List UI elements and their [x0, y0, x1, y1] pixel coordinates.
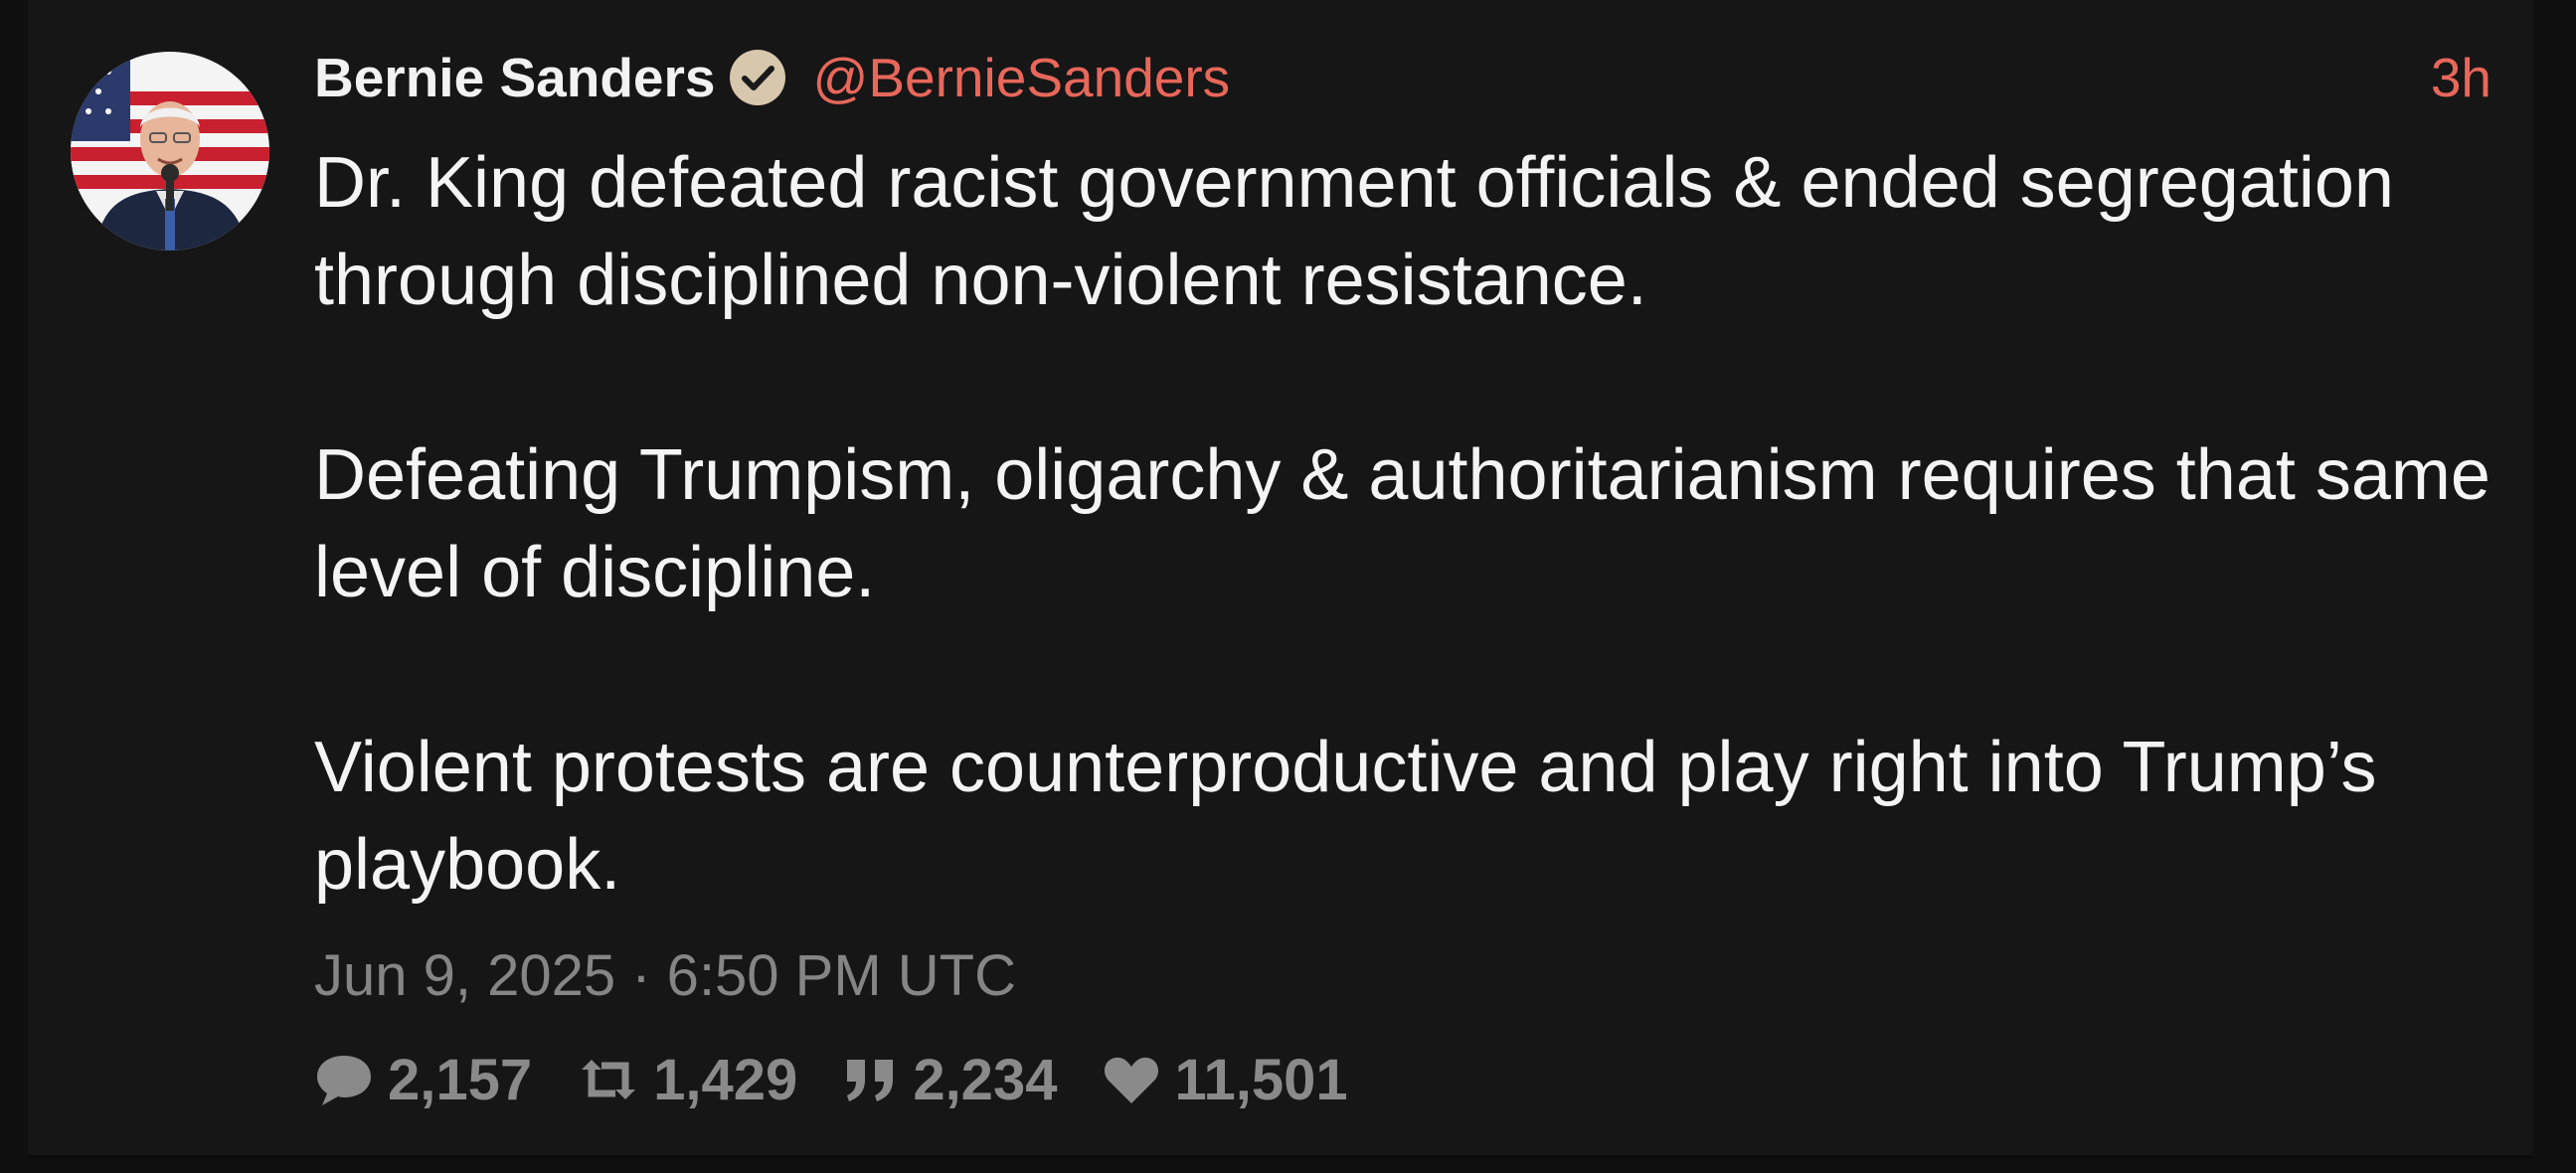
like-stat[interactable]: 11,501 [1103, 1047, 1348, 1113]
avatar-photo [71, 52, 269, 251]
tweet-paragraph: Dr. King defeated racist government offi… [314, 143, 2394, 320]
quote-icon [847, 1060, 894, 1101]
tweet-paragraph: Defeating Trumpism, oligarchy & authorit… [314, 435, 2490, 612]
quote-count: 2,234 [913, 1047, 1058, 1112]
tweet-header: Bernie Sanders @BernieSanders 3h [314, 42, 2533, 113]
reply-stat[interactable]: 2,157 [314, 1047, 532, 1113]
verified-badge-icon [728, 48, 787, 107]
comment-icon [317, 1056, 371, 1105]
heart-icon [1105, 1057, 1159, 1103]
tweet-date[interactable]: Jun 9, 2025 · 6:50 PM UTC [314, 940, 1016, 1012]
retweet-stat[interactable]: 1,429 [578, 1047, 797, 1113]
tweet-body: Dr. King defeated racist government offi… [314, 134, 2541, 914]
quote-stat[interactable]: 2,234 [843, 1047, 1057, 1113]
author-name[interactable]: Bernie Sanders [314, 42, 716, 113]
tweet-relative-time[interactable]: 3h [2431, 42, 2491, 113]
author-username[interactable]: @BernieSanders [813, 42, 1231, 113]
retweet-count: 1,429 [653, 1047, 798, 1112]
tweet-card: Bernie Sanders @BernieSanders 3h Dr. Kin… [28, 0, 2533, 1158]
avatar[interactable] [71, 52, 269, 251]
like-count: 11,501 [1174, 1047, 1348, 1112]
tweet-stats: 2,157 1,429 2,234 11,501 [314, 1040, 1394, 1119]
retweet-icon [582, 1060, 636, 1099]
reply-count: 2,157 [388, 1047, 533, 1112]
tweet-paragraph: Violent protests are counterproductive a… [314, 728, 2377, 905]
